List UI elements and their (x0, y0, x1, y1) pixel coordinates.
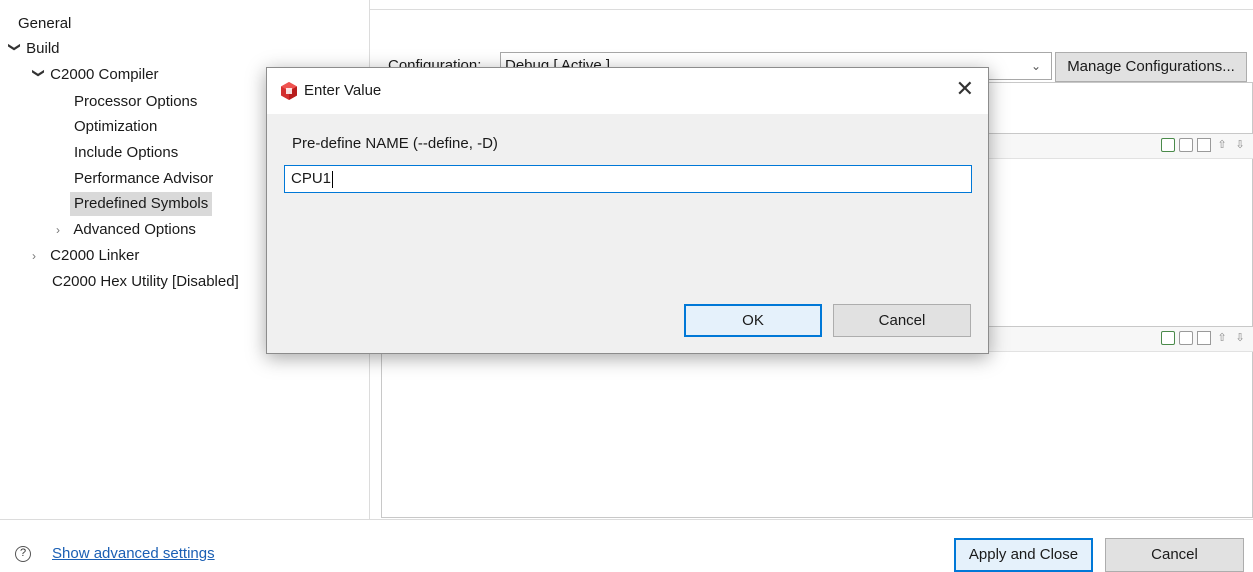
tree-label-predefined-symbols: Predefined Symbols (74, 195, 209, 212)
tree-item-include-options[interactable]: Include Options (74, 141, 178, 165)
predefine-name-label: Pre-define NAME (--define, -D) (292, 135, 498, 152)
delete-icon[interactable] (1179, 331, 1193, 345)
tree-item-processor-options[interactable]: Processor Options (74, 90, 197, 114)
ccs-cube-icon (281, 82, 297, 100)
move-up-icon[interactable]: ⇧ (1215, 138, 1229, 152)
chevron-right-icon[interactable]: › (32, 244, 46, 268)
enter-value-dialog: Enter Value ✕ Pre-define NAME (--define,… (266, 67, 989, 354)
help-circle-icon[interactable]: ? (15, 546, 31, 562)
edit-icon[interactable] (1197, 138, 1211, 152)
chevron-down-icon[interactable]: ❯ (3, 42, 27, 56)
tree-label-advanced-options: Advanced Options (73, 221, 196, 238)
move-up-icon[interactable]: ⇧ (1215, 331, 1229, 345)
tree-label-c2000-linker: C2000 Linker (50, 247, 140, 264)
tree-label-processor-options: Processor Options (74, 93, 198, 110)
tree-item-advanced-options[interactable]: › Advanced Options (56, 218, 196, 242)
tree-label-general: General (18, 15, 72, 32)
dialog-titlebar[interactable]: Enter Value ✕ (267, 68, 988, 114)
dialog-title: Enter Value (304, 82, 382, 99)
dialog-cancel-button[interactable]: Cancel (833, 304, 971, 337)
predefine-name-input[interactable]: CPU1 (284, 165, 972, 193)
apply-and-close-button[interactable]: Apply and Close (954, 538, 1093, 572)
tree-item-c2000-compiler[interactable]: ❯ C2000 Compiler (32, 63, 159, 87)
add-icon[interactable] (1161, 331, 1175, 345)
text-caret (332, 170, 334, 188)
tree-item-general[interactable]: General (18, 12, 71, 36)
show-advanced-settings-link[interactable]: Show advanced settings (52, 545, 215, 562)
tree-item-build[interactable]: ❯ Build (8, 37, 60, 61)
header-divider (370, 9, 1253, 10)
predefine-name-value: CPU1 (291, 170, 332, 187)
tree-label-optimization: Optimization (74, 118, 158, 135)
tree-item-optimization[interactable]: Optimization (74, 115, 157, 139)
tree-item-c2000-linker[interactable]: › C2000 Linker (32, 244, 139, 268)
tree-item-predefined-symbols[interactable]: Predefined Symbols (70, 192, 213, 216)
define-list-tools: ⇧ ⇩ (1161, 138, 1247, 152)
move-down-icon[interactable]: ⇩ (1233, 331, 1247, 345)
chevron-down-icon: ⌄ (1030, 59, 1041, 73)
tree-label-performance-advisor: Performance Advisor (74, 170, 214, 187)
undefine-list-tools: ⇧ ⇩ (1161, 331, 1247, 345)
edit-icon[interactable] (1197, 331, 1211, 345)
footer-divider (0, 519, 1253, 520)
tree-label-build: Build (26, 40, 60, 57)
tree-label-c2000-hex-utility: C2000 Hex Utility [Disabled] (52, 273, 239, 290)
add-icon[interactable] (1161, 138, 1175, 152)
tree-item-performance-advisor[interactable]: Performance Advisor (74, 167, 213, 191)
move-down-icon[interactable]: ⇩ (1233, 138, 1247, 152)
manage-configurations-button[interactable]: Manage Configurations... (1055, 52, 1247, 82)
close-icon[interactable]: ✕ (956, 77, 974, 101)
ok-button[interactable]: OK (684, 304, 822, 337)
delete-icon[interactable] (1179, 138, 1193, 152)
tree-item-c2000-hex-utility[interactable]: C2000 Hex Utility [Disabled] (52, 270, 239, 294)
cancel-button[interactable]: Cancel (1105, 538, 1244, 572)
chevron-down-icon[interactable]: ❯ (27, 68, 51, 82)
tree-label-include-options: Include Options (74, 144, 179, 161)
chevron-right-icon[interactable]: › (56, 218, 70, 242)
tree-label-c2000-compiler: C2000 Compiler (50, 66, 159, 83)
